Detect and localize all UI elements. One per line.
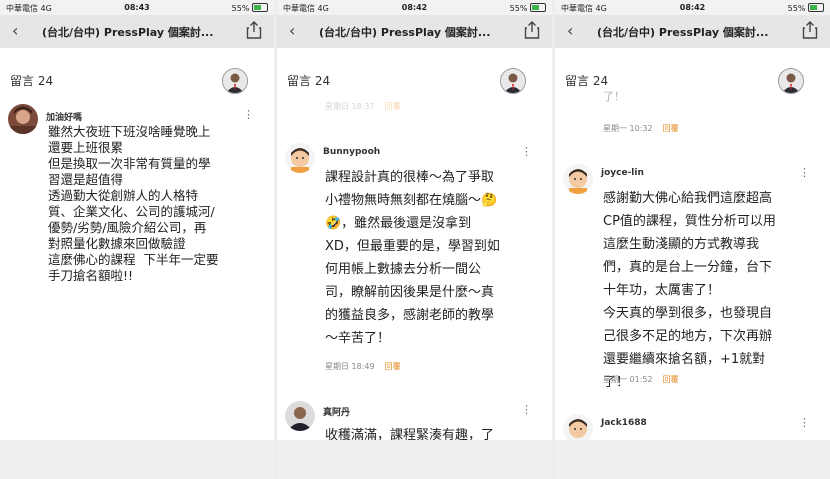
share-icon[interactable] [246,21,262,39]
phone-screen-1: 中華電信 4G 08:43 55% ‹ (台北/台中) PressPlay 個案… [0,0,274,479]
nav-bar: ‹ (台北/台中) PressPlay 個案討... [0,15,274,48]
battery-indicator: 55% [510,3,546,13]
comment-date: 星期日 18:37 [325,102,375,111]
chevron-left-icon[interactable]: ‹ [289,21,295,40]
prev-comment-meta: 星期日 18:37 回覆 [325,101,401,112]
reply-link[interactable]: 回覆 [663,124,679,133]
battery-indicator: 55% [232,3,268,13]
phone-screen-3: 中華電信 4G 08:42 55% ‹ (台北/台中) PressPlay 個案… [555,0,830,479]
status-bar: 中華電信 4G 08:42 55% [555,0,830,15]
comments-count: 留言 24 [565,74,609,88]
nav-bar: ‹ (台北/台中) PressPlay 個案討... [277,15,552,48]
comment-meta: 星期一 01:52 回覆 [603,374,679,385]
more-vertical-icon[interactable]: ⋮ [521,403,532,416]
share-icon[interactable] [524,21,540,39]
reply-link[interactable]: 回覆 [663,375,679,384]
prev-comment-tail: 了！ [603,90,625,103]
status-bar: 中華電信 4G 08:43 55% [0,0,274,15]
bottom-bar [555,440,830,479]
bottom-bar [277,440,552,479]
share-icon[interactable] [802,21,818,39]
comment-body: 課程設計真的很棒～為了爭取 小禮物無時無刻都在燒腦～🤔 🤣，雖然最後還是沒拿到 … [325,170,500,346]
battery-percent: 55% [231,4,250,13]
page-title: (台北/台中) PressPlay 個案討... [319,26,491,39]
comments-count: 留言 24 [287,74,331,88]
prev-comment-meta: 星期一 10:32 回覆 [603,123,679,134]
user-avatar[interactable] [222,68,248,94]
more-vertical-icon[interactable]: ⋮ [521,145,532,158]
battery-icon [530,3,546,12]
more-vertical-icon[interactable]: ⋮ [799,166,810,179]
status-bar: 中華電信 4G 08:42 55% [277,0,552,15]
nav-bar: ‹ (台北/台中) PressPlay 個案討... [555,15,830,48]
commenter-name: Jack1688 [601,418,647,428]
chevron-left-icon[interactable]: ‹ [567,21,573,40]
commenter-avatar[interactable] [563,164,593,194]
battery-icon [808,3,824,12]
commenter-name: 加油好嗎 [46,113,83,123]
chevron-left-icon[interactable]: ‹ [12,21,18,40]
comment-body: 感謝勤大佛心給我們這麼超高 CP值的課程，質性分析可以用 這麼生動淺顯的方式教導… [603,191,776,390]
page-title: (台北/台中) PressPlay 個案討... [42,26,214,39]
more-vertical-icon[interactable]: ⋮ [799,416,810,429]
phone-screen-2: 中華電信 4G 08:42 55% ‹ (台北/台中) PressPlay 個案… [277,0,552,479]
commenter-avatar[interactable] [8,104,38,134]
commenter-avatar[interactable] [285,401,315,431]
reply-link[interactable]: 回覆 [385,362,401,371]
commenter-name: Bunnypooh [323,147,381,157]
battery-icon [252,3,268,12]
commenter-name: joyce-lin [601,168,644,178]
comment-date: 星期一 10:32 [603,124,653,133]
battery-percent: 55% [509,4,528,13]
bottom-bar [0,440,274,479]
comment-date: 星期日 18:49 [325,362,375,371]
comments-count: 留言 24 [10,74,54,88]
commenter-name: 真阿丹 [323,408,351,418]
user-avatar[interactable] [500,68,526,94]
comment-meta: 星期日 18:49 回覆 [325,361,401,372]
page-title: (台北/台中) PressPlay 個案討... [597,26,769,39]
comment-body: 雖然大夜班下班沒啥睡覺晚上 還要上班很累 但是換取一次非常有質量的學 習還是超值… [48,124,219,283]
commenter-avatar[interactable] [285,143,315,173]
reply-link[interactable]: 回覆 [385,102,401,111]
battery-indicator: 55% [788,3,824,13]
comment-date: 星期一 01:52 [603,375,653,384]
more-vertical-icon[interactable]: ⋮ [243,108,254,121]
battery-percent: 55% [787,4,806,13]
